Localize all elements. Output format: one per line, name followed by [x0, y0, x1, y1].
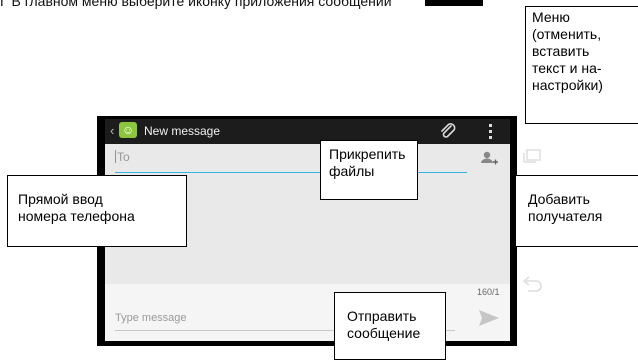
callout-menu: Меню (отменить, вставить текст и на- нас…	[525, 6, 638, 124]
action-bar: ‹ ☺ New message	[105, 119, 510, 144]
callout-send: Отправить сообщение	[334, 292, 446, 360]
callout-direct-input: Прямой ввод номера телефона	[7, 175, 187, 247]
to-placeholder: To	[117, 150, 130, 164]
paperclip-icon[interactable]	[439, 121, 457, 141]
messaging-app-icon[interactable]: ☺	[119, 122, 137, 138]
instruction-text: Г В главном меню выберите иконку приложе…	[0, 0, 392, 9]
send-icon[interactable]	[478, 309, 500, 327]
back-icon[interactable]	[520, 276, 544, 294]
recent-apps-icon[interactable]	[522, 148, 542, 164]
compose-area: 160/1 Type message	[105, 284, 510, 341]
overflow-menu-icon[interactable]	[489, 124, 493, 140]
add-person-icon[interactable]	[479, 149, 499, 169]
char-counter: 160/1	[477, 287, 500, 297]
up-caret-icon[interactable]: ‹	[110, 123, 114, 138]
redacted-bar	[425, 0, 483, 6]
callout-add-recipient: Добавить получателя	[515, 175, 638, 247]
app-title: New message	[144, 124, 221, 138]
callout-attach: Прикрепить файлы	[320, 140, 418, 200]
message-placeholder: Type message	[115, 312, 187, 324]
